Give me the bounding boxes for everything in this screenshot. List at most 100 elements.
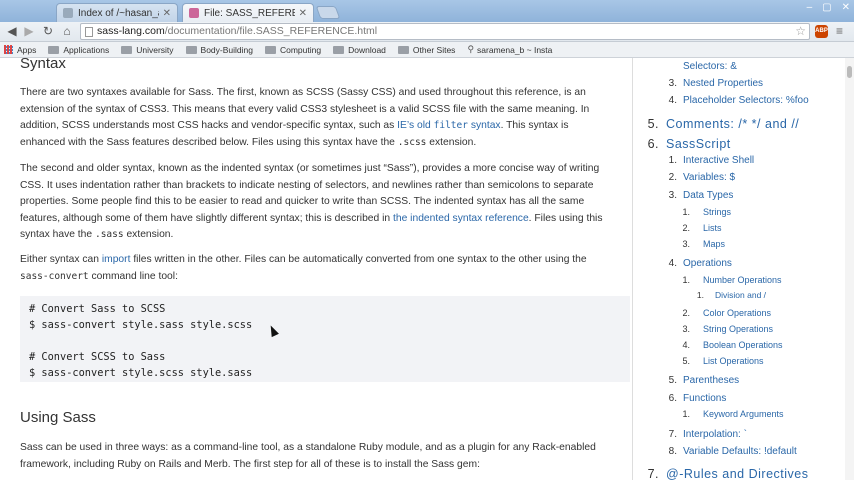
toc-number: 7. bbox=[668, 429, 677, 440]
toc-number: 3. bbox=[668, 190, 677, 201]
toc-item[interactable]: 4. Placeholder Selectors: %foo bbox=[633, 95, 845, 111]
back-arrow-icon[interactable]: ◀ bbox=[5, 24, 19, 38]
toc-item[interactable]: 1. Keyword Arguments bbox=[633, 409, 845, 425]
toc-item[interactable]: 1. Interactive Shell bbox=[633, 155, 845, 171]
toc-item[interactable]: 5. Parentheses bbox=[633, 375, 845, 391]
toc-number: 4. bbox=[668, 95, 677, 106]
toc-item[interactable]: 1. Strings bbox=[633, 207, 845, 223]
toc-item[interactable]: Selectors: & bbox=[633, 61, 845, 77]
address-bar[interactable]: sass-lang.com/documentation/file.SASS_RE… bbox=[80, 23, 810, 40]
home-icon[interactable]: ⌂ bbox=[60, 24, 74, 38]
pin-icon: ⚲ bbox=[467, 44, 475, 54]
toc-item[interactable]: 3. String Operations bbox=[633, 324, 845, 340]
window-close-icon[interactable]: ✕ bbox=[842, 2, 850, 13]
toc-link[interactable]: Functions bbox=[683, 393, 726, 404]
bookmark-applications[interactable]: Applications bbox=[48, 45, 109, 55]
toc-item[interactable]: 7. @-Rules and Directives bbox=[633, 467, 845, 480]
toc-link[interactable]: Maps bbox=[703, 239, 725, 249]
toc-number: 1. bbox=[682, 275, 690, 285]
toc-link[interactable]: List Operations bbox=[703, 356, 764, 366]
bookmark-computing[interactable]: Computing bbox=[264, 44, 322, 55]
toc-link[interactable]: Variable Defaults: !default bbox=[683, 446, 797, 457]
code-sass-convert: sass-convert bbox=[20, 270, 89, 282]
menu-icon[interactable]: ≡ bbox=[836, 25, 848, 37]
bookmark-label: Computing bbox=[279, 44, 322, 55]
text: extension. bbox=[426, 136, 477, 148]
tab-strip: Index of /~hasan_azimi/ ✕ File: SASS_REF… bbox=[0, 0, 854, 22]
toc-item[interactable]: 3. Data Types bbox=[633, 190, 845, 206]
bookmark-download[interactable]: Download bbox=[333, 45, 386, 55]
bookmark-other-sites[interactable]: Other Sites bbox=[397, 45, 455, 55]
toc-link[interactable]: Placeholder Selectors: %foo bbox=[683, 95, 809, 106]
toc-item[interactable]: 5. Comments: /* */ and // bbox=[633, 117, 845, 133]
close-tab-icon[interactable]: ✕ bbox=[163, 8, 171, 19]
star-icon[interactable]: ☆ bbox=[795, 24, 806, 39]
toc-item[interactable]: 4. Boolean Operations bbox=[633, 340, 845, 356]
toc-item[interactable]: 2. Variables: $ bbox=[633, 172, 845, 188]
toc-item[interactable]: 1. Division and / bbox=[633, 290, 845, 306]
toc-link[interactable]: Color Operations bbox=[703, 308, 771, 318]
bookmark-label: Apps bbox=[17, 44, 37, 55]
toc-item[interactable]: 4. Operations bbox=[633, 258, 845, 274]
toc-link[interactable]: Data Types bbox=[683, 190, 733, 201]
bookmark-university[interactable]: University bbox=[121, 45, 174, 55]
ie-filter-link[interactable]: IE’s old filter syntax bbox=[397, 120, 500, 131]
toc-link[interactable]: Nested Properties bbox=[683, 78, 763, 89]
scrollbar-thumb[interactable] bbox=[847, 66, 852, 78]
toc-link[interactable]: Variables: $ bbox=[683, 172, 735, 183]
toc-link[interactable]: Strings bbox=[703, 207, 731, 217]
toc-link[interactable]: Interactive Shell bbox=[683, 155, 754, 166]
close-tab-icon[interactable]: ✕ bbox=[299, 8, 307, 19]
tab-index-hasan[interactable]: Index of /~hasan_azimi/ ✕ bbox=[56, 3, 178, 22]
toc-item[interactable]: 6. SassScript bbox=[633, 137, 845, 153]
code-sass: .sass bbox=[94, 229, 124, 240]
reload-icon[interactable]: ↻ bbox=[41, 24, 55, 38]
toc-number: 6. bbox=[668, 393, 677, 404]
toc-item[interactable]: 2. Lists bbox=[633, 223, 845, 239]
toc-item[interactable]: 8. Variable Defaults: !default bbox=[633, 446, 845, 462]
toc-link[interactable]: Parentheses bbox=[683, 375, 739, 386]
page-favicon-icon bbox=[63, 8, 73, 18]
browser-toolbar: ◀ ▶ ↻ ⌂ sass-lang.com/documentation/file… bbox=[0, 22, 854, 42]
toc-item[interactable]: 5. List Operations bbox=[633, 356, 845, 372]
toc-link[interactable]: Division and / bbox=[715, 290, 766, 300]
toc-link[interactable]: @-Rules and Directives bbox=[666, 467, 808, 480]
toc-number: 5. bbox=[682, 356, 690, 366]
folder-icon bbox=[185, 45, 197, 54]
bookmark-apps[interactable]: Apps bbox=[4, 45, 36, 55]
toc-link[interactable]: Keyword Arguments bbox=[703, 409, 784, 419]
folder-icon bbox=[333, 45, 345, 54]
toc-link[interactable]: Comments: /* */ and // bbox=[666, 117, 799, 131]
toc-item[interactable]: 2. Color Operations bbox=[633, 308, 845, 324]
toc-link[interactable]: Operations bbox=[683, 258, 732, 269]
toc-link[interactable]: Selectors: & bbox=[683, 61, 737, 72]
tab-sass-reference[interactable]: File: SASS_REFERENCE — S ✕ bbox=[182, 3, 314, 22]
forward-arrow-icon[interactable]: ▶ bbox=[22, 24, 36, 38]
toc-number: 5. bbox=[647, 117, 659, 131]
folder-icon bbox=[264, 45, 276, 54]
toc-link[interactable]: Number Operations bbox=[703, 275, 782, 285]
text: command line tool: bbox=[88, 270, 178, 282]
minimize-icon[interactable]: – bbox=[807, 2, 813, 13]
toc-item[interactable]: 7. Interpolation: ` bbox=[633, 429, 845, 445]
toc-link[interactable]: String Operations bbox=[703, 324, 773, 334]
toc-item[interactable]: 6. Functions bbox=[633, 393, 845, 409]
tab-title: Index of /~hasan_azimi/ bbox=[78, 7, 159, 19]
toc-link[interactable]: Boolean Operations bbox=[703, 340, 783, 350]
bookmark-body-building[interactable]: Body-Building bbox=[185, 45, 253, 55]
toc-link[interactable]: Lists bbox=[703, 223, 722, 233]
toc-item[interactable]: 3. Nested Properties bbox=[633, 78, 845, 94]
indented-syntax-link[interactable]: the indented syntax reference bbox=[393, 213, 529, 224]
new-tab-button[interactable] bbox=[315, 6, 341, 19]
toc-link[interactable]: Interpolation: ` bbox=[683, 429, 747, 440]
import-link[interactable]: import bbox=[102, 254, 131, 265]
toc-item[interactable]: 1. Number Operations bbox=[633, 275, 845, 291]
bookmark-label: saramena_b ~ Insta bbox=[477, 44, 553, 55]
scrollbar[interactable] bbox=[845, 58, 854, 480]
maximize-icon[interactable]: ▢ bbox=[822, 2, 831, 13]
toc-item[interactable]: 3. Maps bbox=[633, 239, 845, 255]
bookmark-instagram[interactable]: ⚲ saramena_b ~ Insta bbox=[467, 44, 552, 55]
adblock-icon[interactable]: ABP bbox=[815, 25, 828, 38]
toc-link[interactable]: SassScript bbox=[666, 137, 731, 151]
link-code: filter bbox=[433, 120, 468, 131]
